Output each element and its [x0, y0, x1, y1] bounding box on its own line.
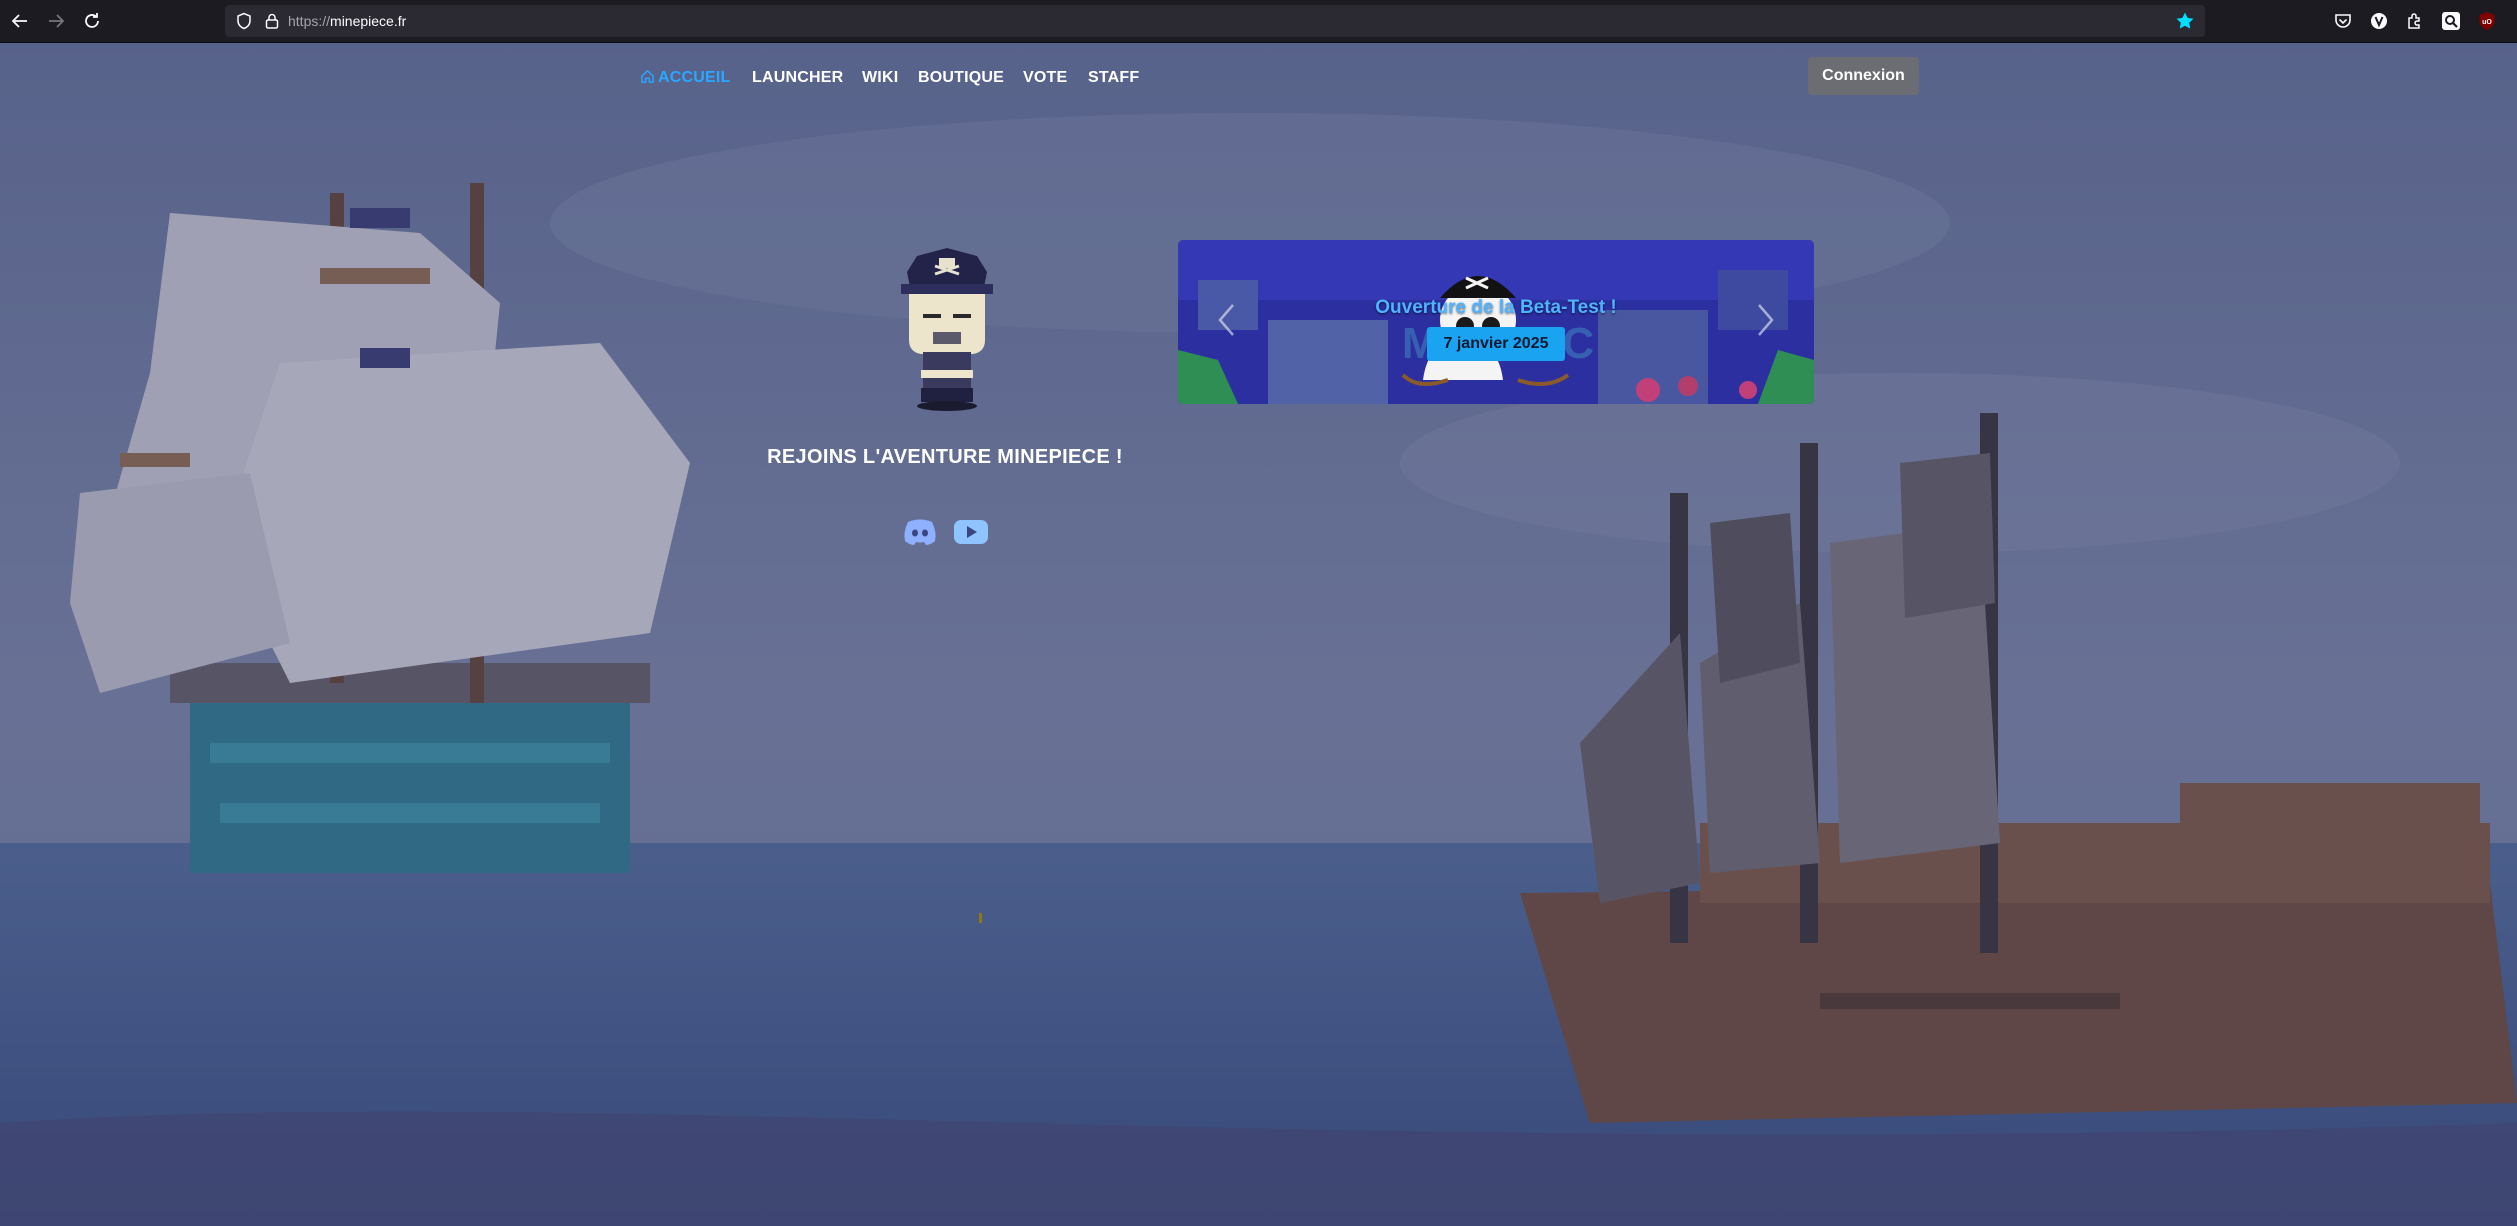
ublock-icon[interactable]: uO — [2477, 11, 2497, 31]
url-text: https://minepiece.fr — [288, 13, 406, 29]
web-page: ACCUEIL LAUNCHER WIKI BOUTIQUE VOTE STAF… — [0, 43, 2517, 1226]
discord-icon[interactable] — [902, 517, 938, 547]
login-button[interactable]: Connexion — [1808, 57, 1919, 95]
nav-item-accueil[interactable]: ACCUEIL — [640, 69, 731, 87]
slide-title: Ouverture de la Beta-Test ! — [1375, 297, 1617, 318]
nav-item-wiki[interactable]: WIKI — [862, 69, 898, 87]
forward-icon[interactable] — [44, 9, 68, 33]
nav-item-launcher[interactable]: LAUNCHER — [752, 69, 843, 87]
nav-item-vote[interactable]: VOTE — [1023, 69, 1067, 87]
vpn-extension-icon[interactable] — [2369, 11, 2389, 31]
decoration-dot — [979, 913, 982, 923]
back-icon[interactable] — [8, 9, 32, 33]
address-bar[interactable]: https://minepiece.fr — [225, 5, 2205, 37]
nav-item-staff[interactable]: STAFF — [1088, 69, 1139, 87]
nav-label-accueil: ACCUEIL — [658, 69, 731, 86]
url-host: minepiece.fr — [330, 13, 407, 29]
home-icon — [641, 69, 654, 83]
pocket-icon[interactable] — [2333, 11, 2353, 31]
main-navigation: ACCUEIL LAUNCHER WIKI BOUTIQUE VOTE STAF… — [0, 43, 2517, 113]
carousel-slide-image: M EC — [1178, 240, 1814, 404]
bookmark-star-icon[interactable] — [2175, 11, 2195, 31]
pirate-mascot-image — [901, 248, 993, 411]
slide-date-badge: 7 janvier 2025 — [1427, 327, 1565, 361]
news-carousel[interactable]: M EC Ouverture de la Beta-Test ! 7 janvi… — [1178, 240, 1814, 404]
extensions-puzzle-icon[interactable] — [2405, 11, 2425, 31]
browser-toolbar: https://minepiece.fr uO — [0, 0, 2517, 43]
nav-item-boutique[interactable]: BOUTIQUE — [918, 69, 1004, 87]
reload-icon[interactable] — [80, 9, 104, 33]
lock-icon[interactable] — [263, 12, 281, 30]
hero-tagline: REJOINS L'AVENTURE MINEPIECE ! — [767, 446, 1123, 468]
url-scheme: https:// — [288, 13, 331, 29]
carousel-prev-icon[interactable] — [1216, 302, 1238, 338]
svg-text:uO: uO — [2482, 19, 2492, 26]
page-dim-overlay — [0, 43, 2517, 1226]
search-extension-icon[interactable] — [2441, 11, 2461, 31]
youtube-icon[interactable] — [953, 517, 989, 547]
carousel-next-icon[interactable] — [1754, 302, 1776, 338]
shield-icon[interactable] — [235, 12, 253, 30]
